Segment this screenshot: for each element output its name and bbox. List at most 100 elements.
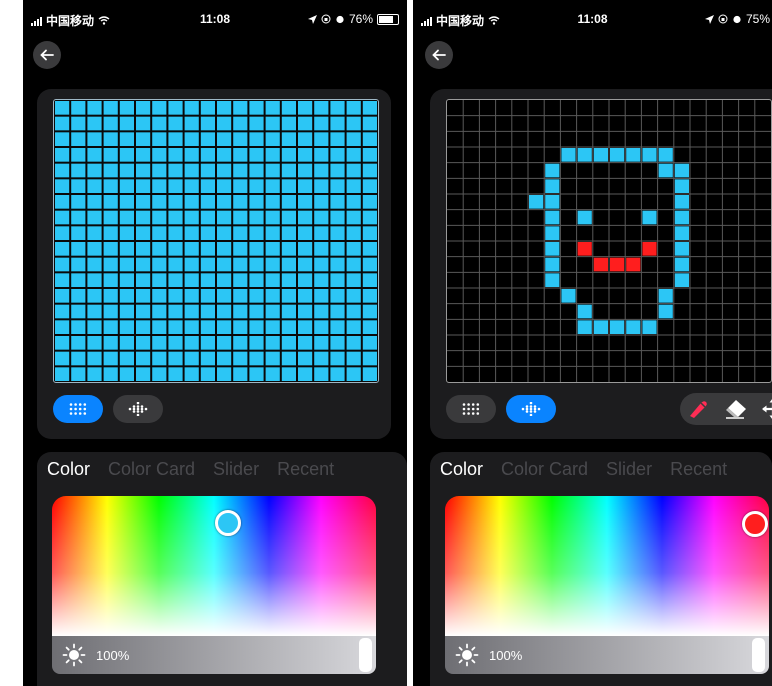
pixel-cell[interactable] [184,242,199,256]
pixel-cell[interactable] [346,132,361,146]
pixel-cell[interactable] [674,242,689,256]
pixel-cell[interactable] [330,273,345,287]
pixel-cell[interactable] [265,351,280,366]
pixel-cell[interactable] [200,320,215,334]
pixel-cell[interactable] [119,273,134,287]
pixel-cell[interactable] [168,179,183,193]
pixel-cell[interactable] [265,116,280,131]
pixel-cell[interactable] [281,179,296,193]
pixel-cell[interactable] [362,132,377,146]
pixel-cell[interactable] [593,257,608,272]
pixel-cell[interactable] [119,101,134,115]
pixel-cell[interactable] [346,226,361,240]
pixel-cell[interactable] [168,257,183,272]
pixel-cell[interactable] [55,179,70,193]
pixel-cell[interactable] [71,242,86,256]
pixel-cell[interactable] [314,132,329,146]
pixel-cell[interactable] [103,163,118,178]
pixel-cell[interactable] [168,289,183,303]
pixel-cell[interactable] [233,101,248,115]
pixel-cell[interactable] [200,273,215,287]
pixel-cell[interactable] [55,273,70,287]
pixel-cell[interactable] [87,257,102,272]
pixel-cell[interactable] [545,179,560,193]
pixel-cell[interactable] [168,148,183,162]
pixel-cell[interactable] [362,257,377,272]
pixel-cell[interactable] [265,210,280,225]
tab-color-card[interactable]: Color Card [501,459,588,480]
pixel-cell[interactable] [362,367,377,381]
pixel-cell[interactable] [314,336,329,350]
pixel-cell[interactable] [314,210,329,225]
pixel-cell[interactable] [184,304,199,319]
pixel-cell[interactable] [200,210,215,225]
pixel-cell[interactable] [346,242,361,256]
pixel-cell[interactable] [152,195,167,209]
pixel-cell[interactable] [314,116,329,131]
pixel-cell[interactable] [298,320,313,334]
pixel-cell[interactable] [610,320,625,334]
pixel-cell[interactable] [233,179,248,193]
pixel-cell[interactable] [362,242,377,256]
pixel-cell[interactable] [281,148,296,162]
pixel-cell[interactable] [71,101,86,115]
pixel-cell[interactable] [674,210,689,225]
pixel-cell[interactable] [119,226,134,240]
pixel-cell[interactable] [281,101,296,115]
pixel-cell[interactable] [610,148,625,162]
pixel-cell[interactable] [119,179,134,193]
tab-color-card[interactable]: Color Card [108,459,195,480]
pixel-cell[interactable] [298,101,313,115]
pixel-cell[interactable] [217,304,232,319]
pixel-cell[interactable] [71,210,86,225]
pixel-cell[interactable] [217,289,232,303]
pixel-cell[interactable] [545,242,560,256]
pixel-cell[interactable] [184,273,199,287]
pixel-cell[interactable] [136,116,151,131]
pixel-cell[interactable] [298,273,313,287]
pixel-cell[interactable] [674,226,689,240]
pixel-cell[interactable] [346,101,361,115]
pixel-cell[interactable] [626,320,641,334]
pixel-cell[interactable] [119,351,134,366]
pixel-cell[interactable] [200,257,215,272]
pixel-cell[interactable] [298,304,313,319]
pixel-cell[interactable] [103,148,118,162]
pixel-cell[interactable] [103,210,118,225]
pixel-cell[interactable] [330,320,345,334]
pixel-cell[interactable] [55,148,70,162]
pixel-cell[interactable] [103,195,118,209]
pixel-cell[interactable] [217,367,232,381]
pixel-cell[interactable] [233,273,248,287]
pixel-cell[interactable] [71,163,86,178]
pixel-cell[interactable] [298,210,313,225]
pixel-cell[interactable] [362,210,377,225]
pixel-cell[interactable] [152,132,167,146]
pixel-cell[interactable] [200,116,215,131]
pixel-cell[interactable] [314,289,329,303]
pixel-cell[interactable] [217,242,232,256]
pixel-cell[interactable] [577,148,592,162]
pixel-cell[interactable] [362,195,377,209]
pixel-cell[interactable] [71,336,86,350]
back-button[interactable] [33,41,61,69]
pixel-cell[interactable] [119,116,134,131]
pixel-cell[interactable] [545,257,560,272]
pixel-cell[interactable] [119,336,134,350]
pixel-cell[interactable] [281,226,296,240]
draw-mode-button[interactable] [113,395,163,423]
pixel-cell[interactable] [184,148,199,162]
pixel-cell[interactable] [184,132,199,146]
pixel-cell[interactable] [265,148,280,162]
pixel-cell[interactable] [136,226,151,240]
pixel-cell[interactable] [200,242,215,256]
pixel-cell[interactable] [281,289,296,303]
pixel-cell[interactable] [55,116,70,131]
pixel-cell[interactable] [168,351,183,366]
pixel-cell[interactable] [314,242,329,256]
pixel-cell[interactable] [71,195,86,209]
pixel-cell[interactable] [265,273,280,287]
pixel-cell[interactable] [136,179,151,193]
brightness-thumb[interactable] [752,638,765,672]
pixel-cell[interactable] [642,242,657,256]
